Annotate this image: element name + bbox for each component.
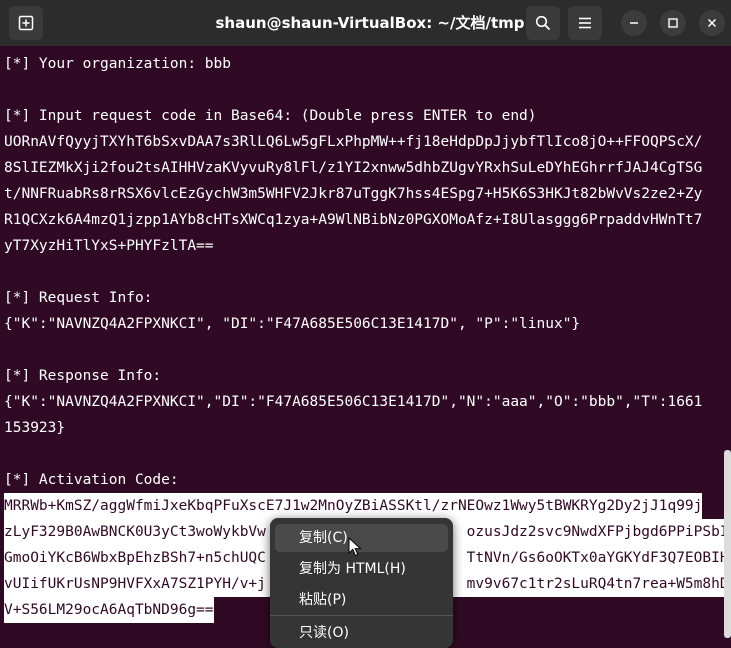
hamburger-menu-icon bbox=[579, 17, 591, 29]
minimize-icon bbox=[630, 22, 638, 24]
terminal-line: [*] Activation Code: bbox=[4, 472, 179, 488]
menu-item-copy-html[interactable]: 复制为 HTML(H) bbox=[275, 555, 448, 583]
terminal-line: R1QCXzk6A4mzQ1jzpp1AYb8cHTsXWCq1zya+A9Wl… bbox=[4, 212, 703, 228]
maximize-button[interactable] bbox=[660, 10, 686, 36]
window-title: shaun@shaun-VirtualBox: ~/文档/tmp bbox=[215, 14, 525, 32]
terminal-line: [*] Request Info: bbox=[4, 290, 153, 306]
menu-item-readonly[interactable]: 只读(O) bbox=[275, 619, 448, 647]
title-bar: shaun@shaun-VirtualBox: ~/文档/tmp bbox=[0, 0, 731, 46]
close-button[interactable] bbox=[699, 10, 725, 36]
terminal-line: t/NNFRuabRs8rRSX6vlcEzGychW3m5WHFV2Jkr87… bbox=[4, 186, 703, 202]
new-tab-icon bbox=[18, 15, 34, 31]
menu-button[interactable] bbox=[568, 6, 602, 40]
terminal-line: UORnAVfQyyjTXYhT6bSxvDAA7s3RlLQ6Lw5gFLxP… bbox=[4, 134, 703, 150]
minimize-button[interactable] bbox=[621, 10, 647, 36]
terminal-line: [*] Input request code in Base64: (Doubl… bbox=[4, 108, 537, 124]
maximize-icon bbox=[668, 18, 678, 28]
terminal-line: [*] Response Info: bbox=[4, 368, 162, 384]
search-button[interactable] bbox=[526, 6, 560, 40]
scrollbar[interactable] bbox=[724, 450, 731, 638]
mouse-pointer-icon bbox=[348, 537, 362, 557]
terminal-line: yT7XyzHiTlYxS+PHYFzlTA== bbox=[4, 238, 214, 254]
activation-code-line[interactable]: V+S56LM29ocA6AqTbND96g== bbox=[4, 597, 214, 623]
menu-separator bbox=[270, 615, 453, 616]
activation-code-line[interactable]: MRRWb+KmSZ/aggWfmiJxeKbqPFuXscE7J1w2MnOy… bbox=[4, 493, 703, 519]
terminal-line: 8SlIEZMkXji2fou2tsAIHHVzaKVyvuRy8lFl/z1Y… bbox=[4, 160, 703, 176]
close-icon bbox=[707, 18, 717, 28]
terminal-line: [*] Your organization: bbb bbox=[4, 56, 231, 72]
terminal-line: {"K":"NAVNZQ4A2FPXNKCI", "DI":"F47A685E5… bbox=[4, 316, 581, 332]
new-tab-button[interactable] bbox=[9, 6, 43, 40]
terminal-line: {"K":"NAVNZQ4A2FPXNKCI","DI":"F47A685E50… bbox=[4, 394, 703, 410]
search-icon bbox=[535, 15, 551, 31]
menu-item-paste[interactable]: 粘贴(P) bbox=[275, 586, 448, 614]
terminal-line: 153923} bbox=[4, 420, 66, 436]
